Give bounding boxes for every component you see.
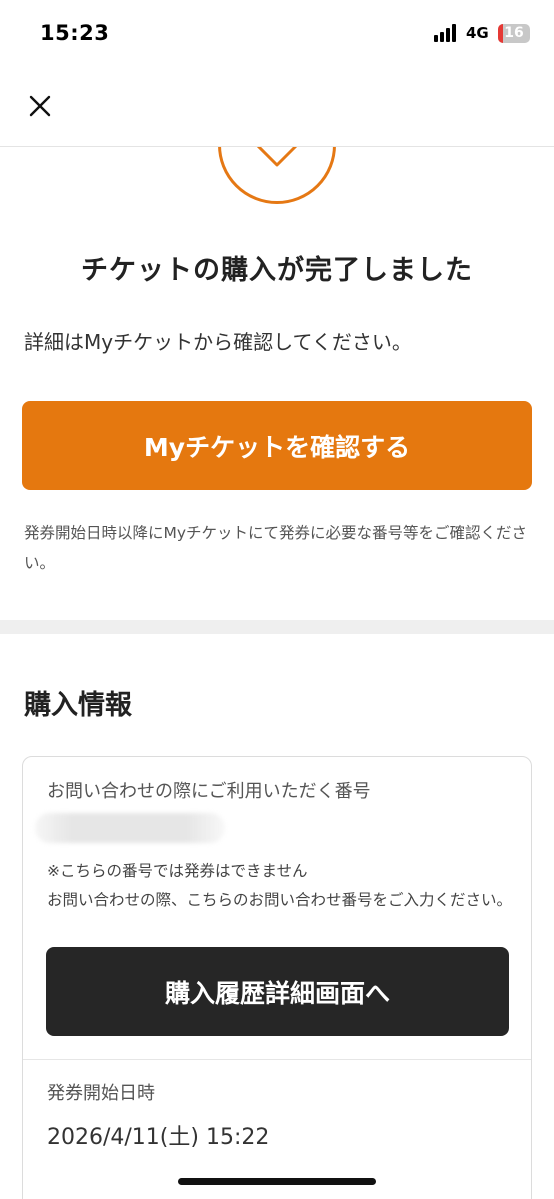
- battery-level: 16: [504, 25, 524, 41]
- status-time: 15:23: [40, 21, 110, 45]
- inquiry-note-line-1: ※こちらの番号では発券はできません: [47, 862, 308, 880]
- confirm-my-ticket-button[interactable]: Myチケットを確認する: [22, 401, 532, 490]
- purchase-complete-screen: 15:23 4G 16 チケットの購入が完了しました 詳細はMyチケットから確認…: [0, 0, 554, 1199]
- purchase-history-label: 購入履歴詳細画面へ: [164, 978, 390, 1008]
- issue-start-value: 2026/4/11(土) 15:22: [47, 1125, 270, 1150]
- purchase-info-card: お問い合わせの際にご利用いただく番号 ※こちらの番号では発券はできません お問い…: [22, 756, 532, 1199]
- close-button[interactable]: [24, 90, 56, 122]
- issue-start-label: 発券開始日時: [47, 1083, 155, 1104]
- complete-title: チケットの購入が完了しました: [81, 255, 473, 286]
- inquiry-number-label: お問い合わせの際にご利用いただく番号: [47, 781, 371, 802]
- inquiry-note: ※こちらの番号では発券はできません お問い合わせの際、こちらのお問い合わせ番号を…: [47, 857, 517, 915]
- close-icon: [29, 95, 51, 117]
- network-type: 4G: [466, 24, 489, 42]
- header-bar: [0, 66, 554, 147]
- section-divider: [0, 620, 554, 634]
- complete-description: 詳細はMyチケットから確認してください。: [24, 330, 412, 354]
- issue-notice: 発券開始日時以降にMyチケットにて発券に必要な番号等をご確認ください。: [24, 524, 528, 572]
- status-bar: 15:23 4G 16: [0, 0, 554, 66]
- signal-strength-icon: [434, 24, 460, 42]
- confirm-my-ticket-label: Myチケットを確認する: [143, 432, 411, 462]
- home-indicator[interactable]: [178, 1178, 376, 1185]
- card-divider: [23, 1059, 531, 1060]
- purchase-history-button[interactable]: 購入履歴詳細画面へ: [46, 947, 509, 1036]
- inquiry-number-redacted: [35, 813, 225, 843]
- battery-icon: 16: [498, 24, 530, 43]
- inquiry-note-line-2: お問い合わせの際、こちらのお問い合わせ番号をご入力ください。: [47, 891, 513, 909]
- purchase-info-title: 購入情報: [24, 690, 132, 721]
